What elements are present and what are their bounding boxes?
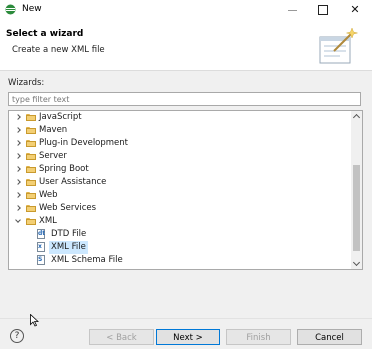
tree-item-label: JavaScript — [39, 112, 82, 122]
window-title: New — [22, 4, 42, 14]
xml-schema-file-icon — [37, 255, 45, 265]
folder-icon — [26, 126, 36, 135]
folder-icon — [26, 139, 36, 148]
wizard-banner-icon — [319, 27, 358, 64]
eclipse-app-icon — [5, 4, 16, 15]
back-button[interactable]: < Back — [89, 329, 154, 345]
chevron-right-icon[interactable] — [15, 111, 23, 124]
scroll-down-arrow-icon[interactable] — [351, 258, 362, 269]
folder-icon — [26, 165, 36, 174]
folder-icon — [26, 152, 36, 161]
footer-divider — [0, 318, 372, 319]
finish-button[interactable]: Finish — [226, 329, 291, 345]
tree-item-label: XML — [39, 216, 57, 226]
filter-input[interactable] — [9, 93, 360, 105]
chevron-right-icon[interactable] — [15, 163, 23, 176]
wizards-label: Wizards: — [8, 78, 45, 88]
wizard-tree: JavaScript Maven Plug-in Development Ser… — [8, 110, 363, 270]
tree-item-label: DTD File — [51, 229, 87, 239]
chevron-right-icon[interactable] — [15, 189, 23, 202]
scrollbar-thumb[interactable] — [353, 165, 360, 251]
chevron-right-icon[interactable] — [15, 137, 23, 150]
page-description: Create a new XML file — [12, 45, 105, 55]
help-icon[interactable]: ? — [10, 329, 24, 343]
cancel-button[interactable]: Cancel — [297, 329, 362, 345]
tree-scrollbar[interactable] — [351, 111, 362, 269]
next-button[interactable]: Next > — [156, 329, 220, 345]
tree-item-label: Plug-in Development — [39, 138, 129, 148]
mouse-cursor-icon — [30, 314, 39, 327]
maximize-button[interactable] — [308, 0, 338, 20]
filter-field[interactable] — [8, 92, 361, 106]
folder-icon — [26, 204, 36, 213]
chevron-right-icon[interactable] — [15, 176, 23, 189]
tree-item-label: Server — [39, 151, 67, 161]
folder-icon — [26, 178, 36, 187]
xml-file-icon — [37, 242, 45, 252]
tree-item-label: XML Schema File — [51, 255, 123, 265]
folder-icon — [26, 191, 36, 200]
chevron-down-icon[interactable] — [15, 215, 23, 228]
tree-item-label: User Assistance — [39, 177, 107, 187]
chevron-right-icon[interactable] — [15, 150, 23, 163]
close-button[interactable]: ✕ — [340, 0, 370, 20]
tree-item-label: Spring Boot — [39, 164, 89, 174]
folder-open-icon — [26, 217, 36, 226]
wizard-header: Select a wizard Create a new XML file — [0, 20, 372, 71]
tree-item-label: Web — [39, 190, 58, 200]
tree-item-label: Maven — [39, 125, 68, 135]
new-wizard-dialog: New ✕ Select a wizard Create a new XML f… — [0, 0, 372, 349]
page-title: Select a wizard — [6, 29, 84, 39]
folder-icon — [26, 113, 36, 122]
dtd-file-icon — [37, 229, 45, 239]
title-bar: New ✕ — [0, 0, 372, 20]
tree-item-label: Web Services — [39, 203, 97, 213]
scroll-up-arrow-icon[interactable] — [351, 111, 362, 122]
chevron-right-icon[interactable] — [15, 124, 23, 137]
chevron-right-icon[interactable] — [15, 202, 23, 215]
tree-item-label: XML File — [49, 241, 88, 254]
minimize-button[interactable] — [278, 0, 308, 20]
